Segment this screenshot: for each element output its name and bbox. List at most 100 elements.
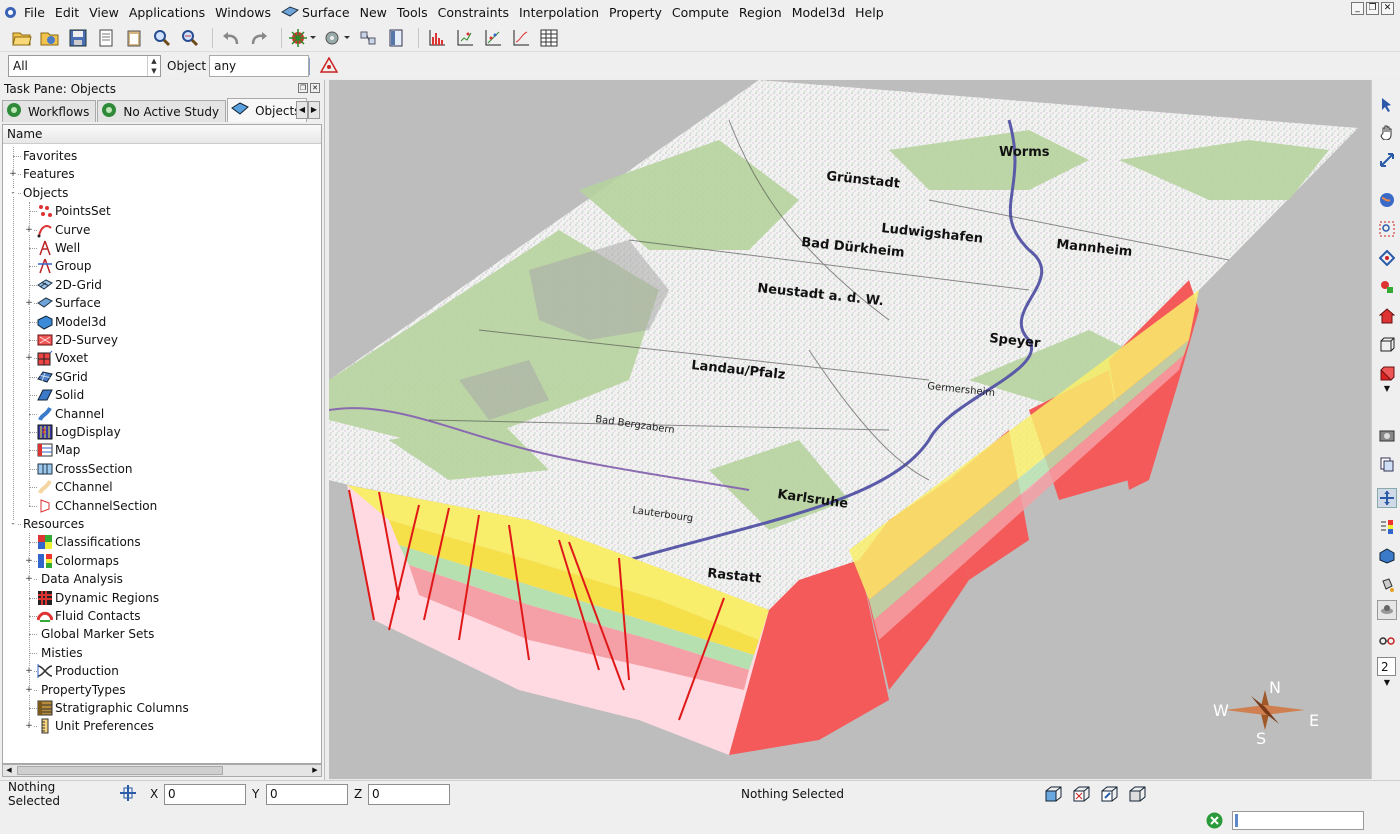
tree-item[interactable]: SGrid <box>37 368 88 386</box>
panel-icon[interactable] <box>384 26 408 50</box>
scrollbar-thumb[interactable] <box>17 766 223 775</box>
move-cross-icon[interactable] <box>1377 488 1397 508</box>
tree-item[interactable]: Voxet <box>37 349 88 367</box>
camera-icon[interactable] <box>1377 425 1397 445</box>
menu-new[interactable]: New <box>355 0 392 24</box>
cube-icon[interactable] <box>1377 546 1397 566</box>
zoom-box-icon[interactable] <box>1377 219 1397 239</box>
wireframe-box-icon[interactable] <box>1377 335 1397 355</box>
scope-select[interactable]: All ▲ ▼ <box>8 55 161 77</box>
histogram-icon[interactable] <box>425 26 449 50</box>
tree-item[interactable]: Dynamic Regions <box>37 589 159 607</box>
open-folder-icon[interactable] <box>10 26 34 50</box>
stereo-icon[interactable] <box>1377 600 1397 620</box>
scroll-right-icon[interactable]: ▶ <box>309 765 321 776</box>
app-icon[interactable] <box>0 0 19 24</box>
tab-scroll-left-icon[interactable]: ◀ <box>296 101 308 119</box>
search-advanced-icon[interactable] <box>178 26 202 50</box>
spreadsheet-icon[interactable] <box>537 26 561 50</box>
perspective-cube-icon[interactable] <box>1044 785 1064 806</box>
object-filter-input[interactable]: any <box>209 55 310 77</box>
tree-item[interactable]: Fluid Contacts <box>37 607 141 625</box>
pan-hand-icon[interactable] <box>1377 122 1397 142</box>
tree-item[interactable]: Misties <box>37 644 83 662</box>
tree-item[interactable]: PointsSet <box>37 202 111 220</box>
tree-item[interactable]: CChannelSection <box>37 497 157 515</box>
tree-item[interactable]: Objects <box>23 184 68 202</box>
scroll-left-icon[interactable]: ◀ <box>3 765 15 776</box>
menu-windows[interactable]: Windows <box>210 0 276 24</box>
menu-surface[interactable]: Surface <box>276 0 355 24</box>
x-coord-field[interactable]: 0 <box>164 783 246 805</box>
tree-item[interactable]: Group <box>37 257 92 275</box>
globe-icon[interactable] <box>1377 190 1397 210</box>
box-cube-icon[interactable] <box>1128 785 1148 806</box>
tree-item[interactable]: Data Analysis <box>37 570 123 588</box>
tree-item[interactable]: Well <box>37 239 80 257</box>
solid-box-icon[interactable] <box>1377 364 1397 384</box>
expand-icon[interactable]: + <box>25 575 33 584</box>
save-icon[interactable] <box>66 26 90 50</box>
expand-icon[interactable]: + <box>25 667 33 676</box>
expand-icon[interactable]: + <box>25 225 33 234</box>
tree-item[interactable]: Stratigraphic Columns <box>37 699 189 717</box>
tree-item[interactable]: Production <box>37 662 119 680</box>
3d-viewport[interactable]: Worms Grünstadt Ludwigshafen Mannheim Ba… <box>329 80 1371 779</box>
tree-item[interactable]: CrossSection <box>37 460 132 478</box>
tree-item[interactable]: Favorites <box>23 147 77 165</box>
tree-item[interactable]: 2D-Survey <box>37 331 118 349</box>
tree-item[interactable]: 2D-Grid <box>37 276 102 294</box>
menu-view[interactable]: View <box>84 0 124 24</box>
ortho-cube-icon[interactable] <box>1072 785 1092 806</box>
z-coord-field[interactable]: 0 <box>368 783 450 805</box>
tree-item[interactable]: Resources <box>23 515 84 533</box>
select-pointer-icon[interactable] <box>1377 94 1397 114</box>
chevron-down-icon[interactable]: ▼ <box>1377 676 1397 688</box>
restore-icon[interactable]: ❐ <box>1366 2 1379 15</box>
menu-region[interactable]: Region <box>734 0 787 24</box>
crossplot-icon[interactable] <box>481 26 505 50</box>
tree-item[interactable]: Curve <box>37 221 90 239</box>
tree-column-header[interactable]: Name <box>3 125 321 144</box>
glasses-icon[interactable] <box>1377 630 1397 650</box>
settings-icon[interactable] <box>322 26 352 50</box>
collapse-icon[interactable]: - <box>9 188 17 197</box>
tree-item[interactable]: Model3d <box>37 313 106 331</box>
tree-item[interactable]: LogDisplay <box>37 423 121 441</box>
view-count-field[interactable]: 2 <box>1377 657 1396 676</box>
menu-interpolation[interactable]: Interpolation <box>514 0 604 24</box>
menu-edit[interactable]: Edit <box>50 0 84 24</box>
float-icon[interactable]: ❐ <box>298 83 308 93</box>
tree-item[interactable]: Features <box>23 165 75 183</box>
link-icon[interactable] <box>356 26 380 50</box>
expand-icon[interactable]: + <box>25 354 33 363</box>
curve-plot-icon[interactable] <box>509 26 533 50</box>
clipboard-icon[interactable] <box>122 26 146 50</box>
colorbar-icon[interactable] <box>1377 517 1397 537</box>
tree-view-icon[interactable] <box>1377 277 1397 297</box>
tree-item[interactable]: Map <box>37 441 80 459</box>
menu-compute[interactable]: Compute <box>667 0 734 24</box>
center-icon[interactable] <box>1377 248 1397 268</box>
close-icon[interactable]: ✕ <box>1381 2 1394 15</box>
menu-constraints[interactable]: Constraints <box>433 0 514 24</box>
tree-horizontal-scrollbar[interactable]: ◀ ▶ <box>2 764 322 777</box>
pick-tool-icon[interactable] <box>118 784 138 805</box>
y-coord-field[interactable]: 0 <box>266 783 348 805</box>
collapse-icon[interactable]: - <box>9 520 17 529</box>
menu-tools[interactable]: Tools <box>392 0 433 24</box>
expand-icon[interactable]: + <box>25 299 33 308</box>
menu-applications[interactable]: Applications <box>124 0 210 24</box>
home-view-icon[interactable] <box>1377 306 1397 326</box>
menu-model3d[interactable]: Model3d <box>787 0 850 24</box>
tree-item[interactable]: Colormaps <box>37 552 119 570</box>
menu-file[interactable]: File <box>19 0 50 24</box>
document-icon[interactable] <box>94 26 118 50</box>
cancel-circle-icon[interactable] <box>1206 812 1223 832</box>
menu-property[interactable]: Property <box>604 0 667 24</box>
expand-icon[interactable]: + <box>25 685 33 694</box>
tab-no-active-study[interactable]: No Active Study <box>97 100 227 122</box>
paint-bucket-icon[interactable] <box>1377 575 1397 595</box>
minimize-icon[interactable]: _ <box>1351 2 1364 15</box>
search-icon[interactable] <box>150 26 174 50</box>
